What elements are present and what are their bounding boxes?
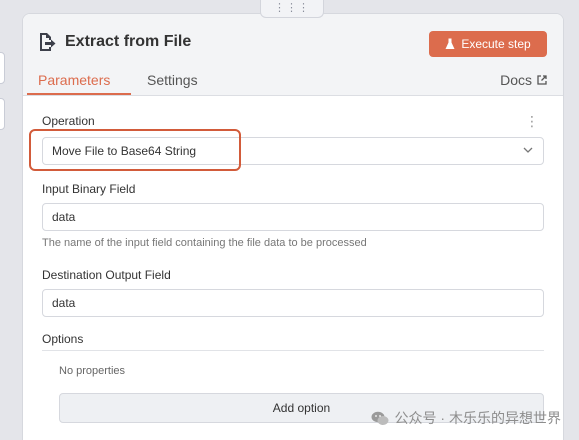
watermark-text: 公众号 · 木乐乐的异想世界 — [394, 410, 561, 426]
external-link-icon — [537, 75, 547, 85]
watermark: 公众号 · 木乐乐的异想世界 — [371, 408, 561, 428]
flask-icon — [445, 38, 455, 49]
destination-output-field-label: Destination Output Field — [42, 268, 171, 282]
tab-parameters[interactable]: Parameters — [38, 72, 110, 88]
active-tab-indicator — [27, 93, 131, 95]
drag-handle[interactable]: ⋮⋮⋮ — [260, 0, 324, 18]
background-field-fragment — [0, 98, 5, 130]
tab-settings[interactable]: Settings — [147, 72, 198, 88]
parameters-content: Operation ⋮ Move File to Base64 String I… — [23, 96, 563, 440]
chevron-down-icon — [523, 147, 533, 153]
input-binary-field-label: Input Binary Field — [42, 182, 136, 196]
more-options-icon[interactable]: ⋮ — [525, 114, 539, 128]
annotation-highlight-box — [29, 129, 241, 171]
node-title: Extract from File — [65, 33, 192, 50]
wechat-icon — [371, 411, 389, 425]
background-field-fragment — [0, 52, 5, 84]
panel-header: Extract from File Execute step Parameter… — [23, 14, 563, 96]
destination-output-field-input[interactable]: data — [42, 289, 544, 317]
file-export-icon — [40, 33, 56, 51]
docs-link[interactable]: Docs — [500, 72, 547, 88]
execute-step-button[interactable]: Execute step — [429, 31, 547, 57]
grip-icon: ⋮⋮⋮ — [274, 2, 310, 14]
docs-label: Docs — [500, 72, 532, 88]
input-binary-field-hint: The name of the input field containing t… — [42, 237, 367, 249]
operation-label: Operation — [42, 114, 95, 128]
execute-step-label: Execute step — [461, 37, 531, 51]
options-label: Options — [42, 332, 84, 346]
node-details-panel: Extract from File Execute step Parameter… — [22, 13, 564, 440]
options-divider — [42, 350, 544, 351]
no-properties-text: No properties — [59, 365, 126, 377]
input-binary-field-input[interactable]: data — [42, 203, 544, 231]
